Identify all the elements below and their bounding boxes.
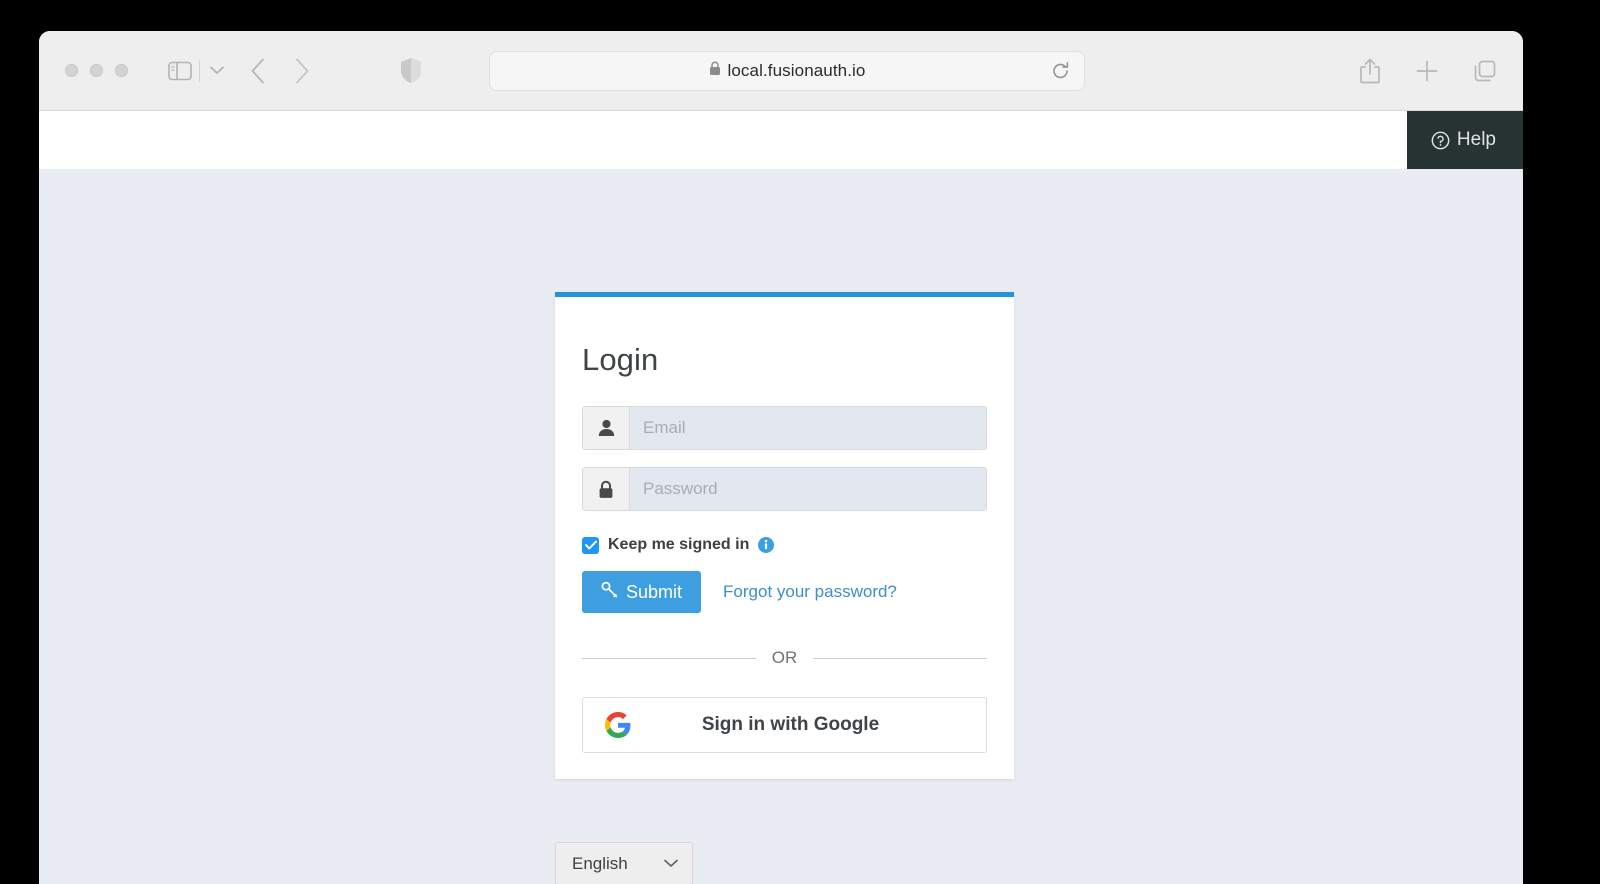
question-circle-icon [1431, 131, 1450, 150]
forgot-password-link[interactable]: Forgot your password? [723, 582, 897, 602]
chevron-down-icon[interactable] [199, 59, 224, 82]
keep-signed-in-label: Keep me signed in [608, 536, 750, 553]
password-input-group [582, 467, 987, 511]
page-viewport: Help Login Email Keep me signed in Submi… [39, 111, 1523, 884]
browser-toolbar: local.fusionauth.io [39, 31, 1523, 111]
share-icon[interactable] [1359, 58, 1381, 84]
app-topbar: Help [39, 111, 1523, 169]
keep-signed-in-row: Keep me signed in [582, 536, 987, 554]
divider-label: OR [771, 648, 798, 667]
forward-button[interactable] [294, 58, 310, 84]
toolbar-actions [1359, 58, 1497, 84]
minimize-button[interactable] [90, 64, 103, 77]
email-input-group [582, 406, 987, 450]
help-label: Help [1456, 129, 1496, 150]
google-g-icon [605, 712, 631, 738]
sidebar-toggle-icon[interactable] [168, 61, 192, 81]
chevron-down-icon [664, 855, 678, 873]
browser-window: local.fusionauth.io Help Login Email Kee… [39, 31, 1523, 884]
password-field[interactable] [630, 468, 986, 510]
url-text: local.fusionauth.io [727, 61, 866, 80]
url-text-wrap: local.fusionauth.io [709, 61, 866, 81]
language-select-value: English [572, 854, 628, 873]
submit-button[interactable]: Submit [582, 571, 702, 613]
info-circle-icon[interactable] [758, 537, 775, 553]
maximize-button[interactable] [115, 64, 128, 77]
shield-icon[interactable] [400, 57, 422, 84]
divider-line-left [582, 657, 756, 659]
lock-icon [583, 468, 630, 510]
key-icon [601, 581, 618, 603]
plus-icon[interactable] [1415, 59, 1439, 83]
email-field[interactable] [630, 407, 986, 449]
login-card: Login Email Keep me signed in Submit For… [555, 292, 1014, 779]
google-signin-label: Sign in with Google [701, 714, 880, 735]
language-select[interactable]: English [555, 842, 693, 884]
page-title: Login [582, 342, 659, 377]
traffic-lights [65, 64, 128, 77]
close-button[interactable] [65, 64, 78, 77]
help-button[interactable]: Help [1406, 111, 1523, 169]
url-bar[interactable]: local.fusionauth.io [489, 51, 1085, 91]
user-icon [583, 407, 630, 449]
divider-line-right [813, 657, 987, 659]
keep-signed-in-checkbox[interactable] [582, 536, 599, 554]
tab-overview-icon[interactable] [1473, 59, 1497, 83]
back-button[interactable] [250, 58, 266, 84]
or-divider: OR [582, 648, 987, 668]
submit-button-label: Submit [626, 581, 683, 602]
google-signin-button[interactable]: Sign in with Google [582, 697, 987, 753]
reload-icon[interactable] [1051, 61, 1070, 81]
submit-row: Submit Forgot your password? [582, 571, 987, 613]
lock-icon [709, 61, 721, 76]
